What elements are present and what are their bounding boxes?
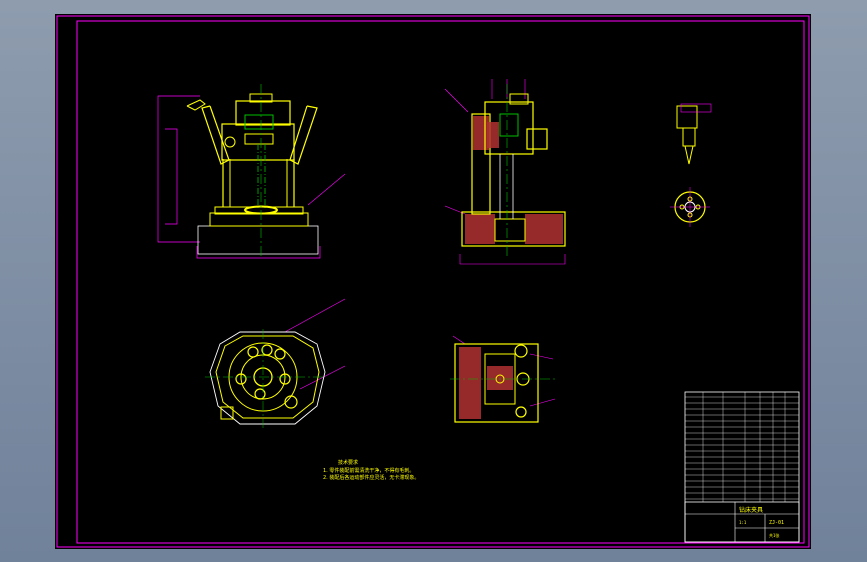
top-view <box>205 298 346 428</box>
inner-frame <box>76 20 805 544</box>
title-drawing-name: 钻床夹具 <box>739 506 763 514</box>
parts-list-and-title-block: 钻床夹具 ZJ-01 1:1 共1张 <box>684 391 800 543</box>
parts-list-grid <box>685 392 799 502</box>
title-scale: 1:1 <box>739 520 747 525</box>
plan-section-view <box>450 335 556 423</box>
technical-notes: 技术要求 1. 零件装配前需清洗干净，不得有毛刺。 2. 装配后各运动部件应灵活… <box>323 459 419 481</box>
front-view <box>157 84 346 259</box>
notes-line-2: 2. 装配后各运动部件应灵活，无卡滞现象。 <box>323 474 419 481</box>
drawing-sheet: 技术要求 1. 零件装配前需清洗干净，不得有毛刺。 2. 装配后各运动部件应灵活… <box>55 14 811 549</box>
drawing-canvas: 技术要求 1. 零件装配前需清洗干净，不得有毛刺。 2. 装配后各运动部件应灵活… <box>56 15 810 548</box>
detail-view <box>670 103 712 227</box>
side-section-view <box>444 79 566 265</box>
title-drawing-no: ZJ-01 <box>769 520 784 526</box>
notes-line-1: 1. 零件装配前需清洗干净，不得有毛刺。 <box>323 467 414 474</box>
title-sheet: 共1张 <box>769 532 779 538</box>
cad-viewport: 技术要求 1. 零件装配前需清洗干净，不得有毛刺。 2. 装配后各运动部件应灵活… <box>0 0 867 562</box>
notes-heading: 技术要求 <box>338 459 358 466</box>
